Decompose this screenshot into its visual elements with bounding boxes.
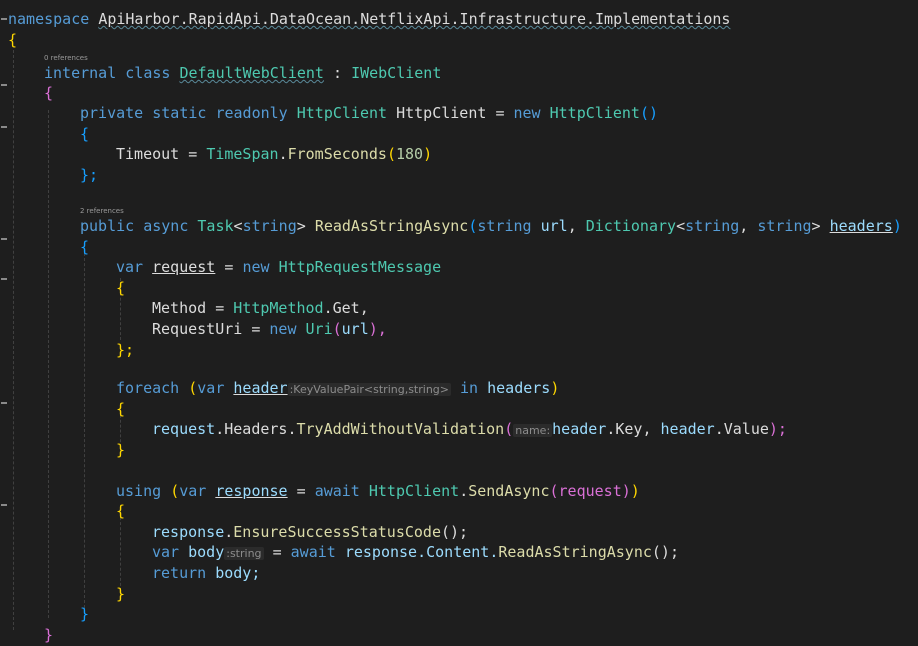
code-line: internal class DefaultWebClient : IWebCl… (44, 64, 442, 82)
code-line: { (80, 237, 90, 256)
code-line: Method = HttpMethod.Get, (152, 299, 369, 318)
code-line: { (116, 278, 126, 297)
code-line: }; (80, 165, 99, 184)
code-line: foreach (var header:KeyValuePair<string,… (116, 379, 560, 397)
indent-guide (48, 110, 49, 618)
outlining-margin (0, 0, 8, 646)
fold-marker[interactable] (1, 504, 7, 506)
code-line: } (116, 440, 126, 459)
code-line: return body; (152, 564, 261, 582)
code-line: { (80, 124, 90, 143)
code-line: request.Headers.TryAddWithoutValidation(… (152, 420, 787, 439)
code-line: } (44, 625, 54, 644)
code-line: private static readonly HttpClient HttpC… (80, 104, 658, 122)
code-line: { (116, 502, 126, 521)
code-line: var body:string = await response.Content… (152, 543, 679, 562)
fold-marker[interactable] (1, 278, 7, 280)
code-line: } (80, 605, 90, 624)
code-line: { (8, 30, 18, 49)
indent-guide (13, 50, 14, 630)
code-line: namespace ApiHarbor.RapidApi.DataOcean.N… (8, 10, 731, 28)
code-line: }; (116, 340, 135, 359)
code-line: public async Task<string> ReadAsStringAs… (80, 217, 902, 235)
fold-marker[interactable] (1, 18, 7, 20)
code-line: { (116, 399, 126, 418)
code-line: var request = new HttpRequestMessage (116, 258, 442, 277)
references-codelens[interactable]: 0 references (44, 53, 88, 63)
references-codelens[interactable]: 2 references (80, 206, 124, 216)
code-line: RequestUri = new Uri(url), (152, 320, 387, 338)
fold-marker[interactable] (1, 126, 7, 128)
fold-marker[interactable] (1, 402, 7, 404)
inlay-parameter-hint: name: (513, 424, 553, 438)
fold-marker[interactable] (1, 84, 7, 86)
code-line: } (116, 584, 126, 603)
code-editor[interactable]: 0 references 2 references namespace ApiH… (0, 0, 918, 646)
fold-marker[interactable] (1, 238, 7, 240)
code-line: { (44, 84, 54, 102)
code-line: using (var response = await HttpClient.S… (116, 481, 640, 500)
code-line: Timeout = TimeSpan.FromSeconds(180) (116, 145, 433, 164)
indent-guide (84, 248, 85, 608)
inlay-type-hint: :KeyValuePair<string,string> (287, 383, 451, 396)
code-line: response.EnsureSuccessStatusCode(); (152, 522, 469, 541)
inlay-type-hint: :string (224, 547, 264, 561)
